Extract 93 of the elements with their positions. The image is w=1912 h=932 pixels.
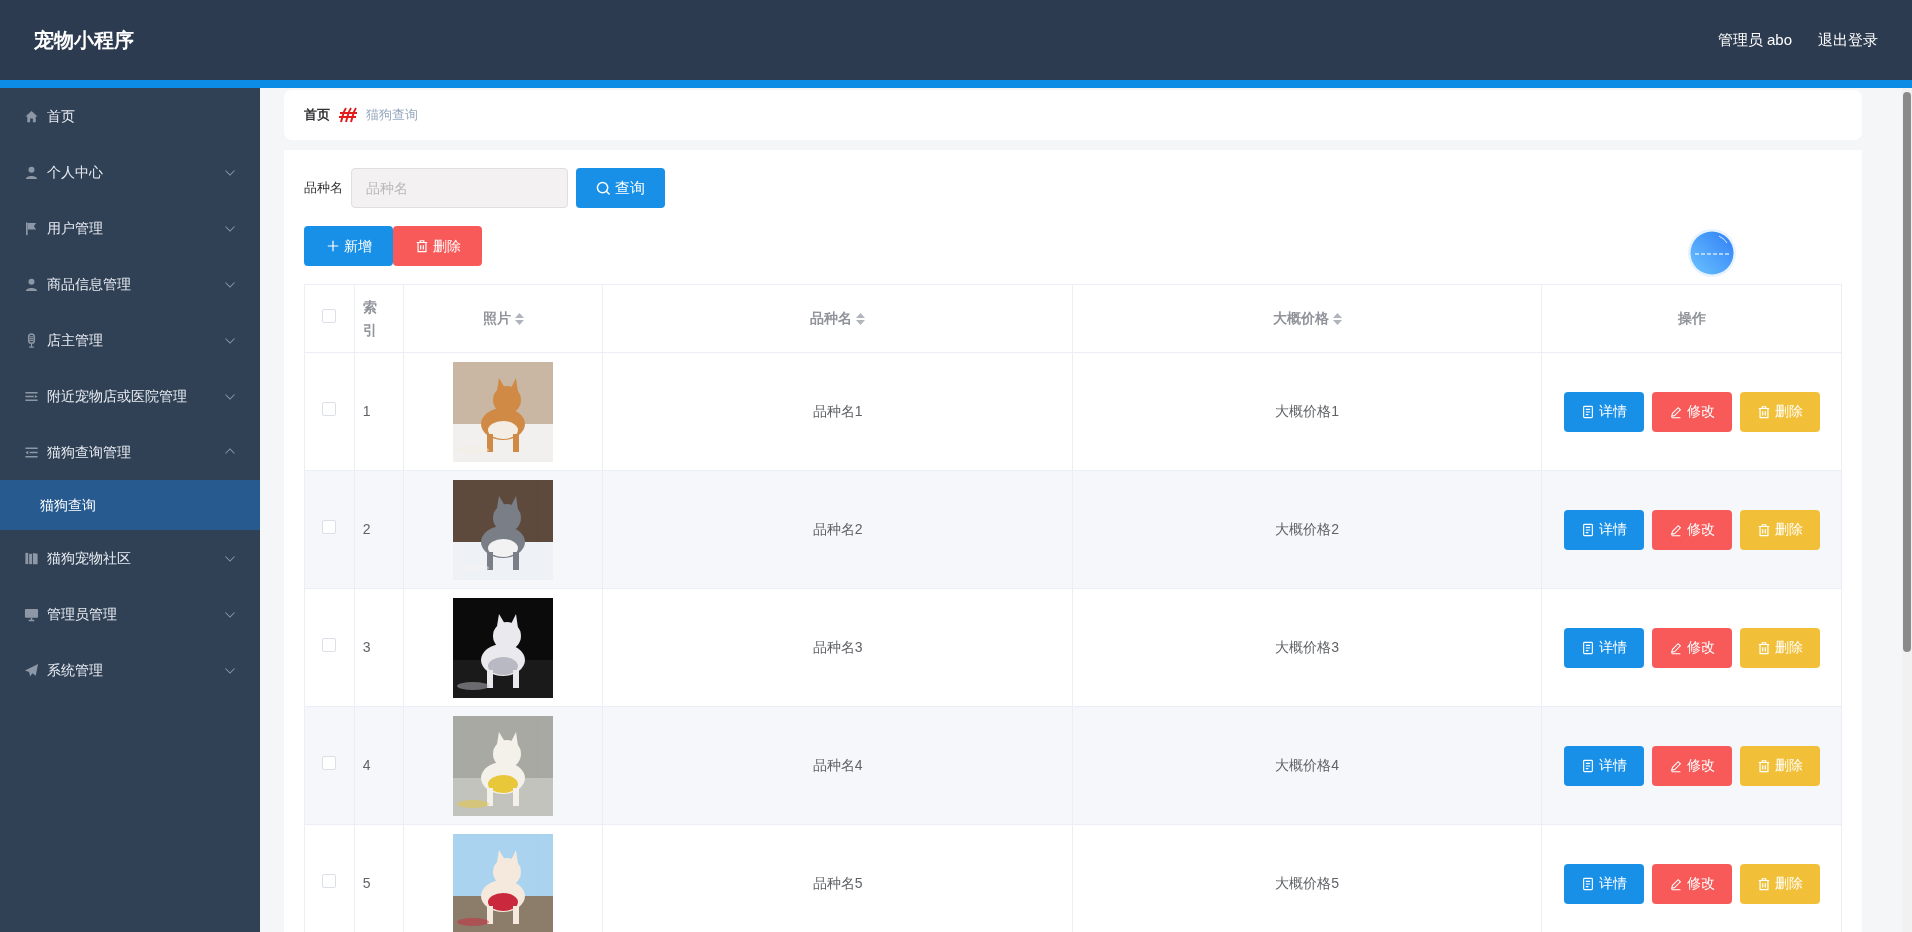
table-cell: 品种名4 (812, 757, 863, 773)
document-icon (1580, 876, 1595, 891)
row-checkbox[interactable] (322, 402, 337, 416)
sidebar-item[interactable]: 店主管理 (0, 312, 260, 368)
sidebar-item[interactable]: 系统管理 (0, 642, 260, 698)
sort-icon[interactable] (856, 312, 866, 325)
user-icon (24, 164, 39, 180)
table-cell: 大概价格2 (1275, 521, 1339, 537)
row-index: 1 (362, 403, 371, 419)
table-cell: 大概价格5 (1275, 875, 1339, 891)
edit-button[interactable]: 修改 (1651, 627, 1732, 668)
sidebar-subitem[interactable]: 猫狗查询 (0, 480, 260, 530)
pencil-icon (1668, 404, 1683, 419)
paper-plane-icon (24, 662, 39, 678)
row-index: 4 (362, 757, 371, 773)
sidebar-item[interactable]: 商品信息管理 (0, 256, 260, 312)
column-header[interactable]: 照片 (482, 308, 511, 329)
detail-button[interactable]: 详情 (1563, 509, 1644, 550)
table-cell: 品种名1 (812, 403, 863, 419)
edit-button[interactable]: 修改 (1651, 391, 1732, 432)
trash-icon (1756, 758, 1771, 773)
search-field[interactable]: 品种名 (351, 168, 568, 208)
document-icon (1580, 522, 1595, 537)
document-icon (1580, 758, 1595, 773)
pencil-icon (1668, 876, 1683, 891)
row-checkbox[interactable] (322, 756, 337, 770)
table-cell: 大概价格3 (1275, 639, 1339, 655)
trash-icon (1756, 522, 1771, 537)
delete-button[interactable]: 删除 (393, 226, 482, 266)
column-header: 索引 (362, 298, 377, 340)
detail-button[interactable]: 详情 (1563, 627, 1644, 668)
edit-button[interactable]: 修改 (1651, 509, 1732, 550)
delete-button[interactable]: 删除 (1739, 745, 1820, 786)
sidebar-item[interactable]: 猫狗查询管理 (0, 424, 260, 480)
document-icon (1580, 404, 1595, 419)
user-name: 管理员 abo (1717, 29, 1792, 50)
row-checkbox[interactable] (322, 520, 337, 534)
detail-button[interactable]: 详情 (1563, 391, 1644, 432)
row-index: 3 (362, 639, 371, 655)
sort-icon[interactable] (1332, 312, 1342, 325)
add-button[interactable]: 新增 (304, 226, 393, 266)
field-label: 品种名 (304, 179, 343, 198)
trash-icon (1756, 404, 1771, 419)
select-all-checkbox[interactable] (322, 309, 337, 323)
document-icon (1580, 640, 1595, 655)
trash-icon (1756, 876, 1771, 891)
search-icon (596, 180, 611, 196)
home-icon (24, 108, 39, 124)
floating-ball-icon[interactable] (1687, 228, 1737, 278)
monitor-icon (24, 606, 39, 622)
separator-icon (338, 106, 358, 124)
pencil-icon (1668, 522, 1683, 537)
table-cell: 品种名2 (812, 521, 863, 537)
column-header[interactable]: 大概价格 (1272, 308, 1329, 329)
table-cell: 品种名5 (812, 875, 863, 891)
sidebar-item[interactable]: 附近宠物店或医院管理 (0, 368, 260, 424)
column-header[interactable]: 品种名 (810, 308, 853, 329)
search-button[interactable]: 查询 (576, 168, 665, 208)
scrollbar[interactable] (1902, 88, 1912, 932)
flag-icon (24, 220, 39, 236)
delete-button[interactable]: 删除 (1739, 627, 1820, 668)
column-header: 操作 (1677, 309, 1706, 328)
delete-button[interactable]: 删除 (1739, 863, 1820, 904)
table-cell: 品种名3 (812, 639, 863, 655)
trash-icon (1756, 640, 1771, 655)
row-index: 5 (362, 875, 371, 891)
delete-button[interactable]: 删除 (1739, 391, 1820, 432)
user-icon (24, 276, 39, 292)
breadcrumb-item: 猫狗查询 (366, 106, 418, 125)
book-icon (24, 550, 39, 566)
plus-icon (325, 239, 340, 253)
sidebar-item[interactable]: 用户管理 (0, 200, 260, 256)
sidebar-item[interactable]: 管理员管理 (0, 586, 260, 642)
detail-button[interactable]: 详情 (1563, 863, 1644, 904)
row-checkbox[interactable] (322, 874, 337, 888)
pencil-icon (1668, 640, 1683, 655)
sort-icon[interactable] (514, 312, 524, 325)
row-index: 2 (362, 521, 371, 537)
row-checkbox[interactable] (322, 638, 337, 652)
edit-button[interactable]: 修改 (1651, 745, 1732, 786)
sidebar-item[interactable]: 首页 (0, 88, 260, 144)
breadcrumb-item[interactable]: 首页 (304, 105, 330, 125)
logout-link[interactable]: 退出登录 (1818, 28, 1878, 52)
trash-icon (414, 239, 429, 253)
sidebar-item[interactable]: 猫狗宠物社区 (0, 530, 260, 586)
edit-button[interactable]: 修改 (1651, 863, 1732, 904)
pencil-icon (1668, 758, 1683, 773)
table-cell: 大概价格4 (1275, 757, 1339, 773)
delete-button[interactable]: 删除 (1739, 509, 1820, 550)
sidebar-item[interactable]: 个人中心 (0, 144, 260, 200)
detail-button[interactable]: 详情 (1563, 745, 1644, 786)
table-cell: 大概价格1 (1275, 403, 1339, 419)
app-title: 宠物小程序 (34, 28, 134, 53)
